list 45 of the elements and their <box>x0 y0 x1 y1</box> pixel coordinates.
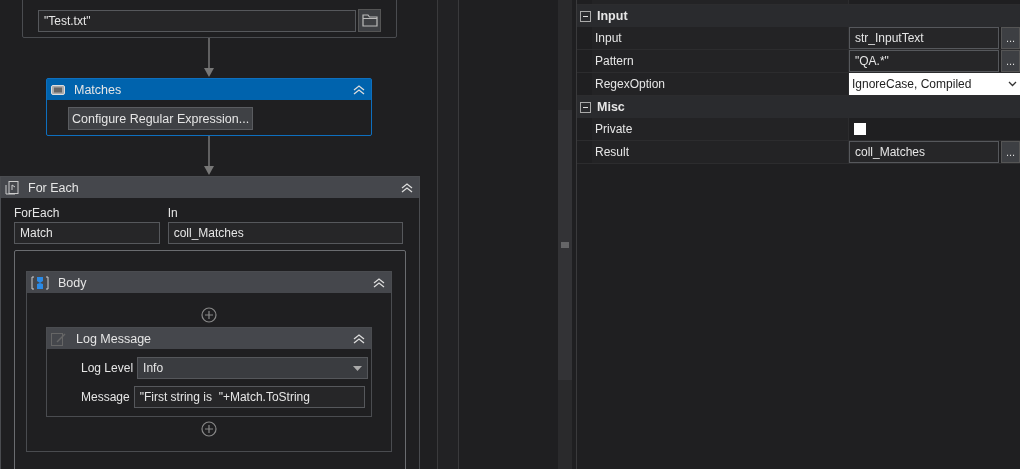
property-name: Private <box>595 122 633 136</box>
activity-title: For Each <box>28 180 79 195</box>
add-icon[interactable] <box>201 421 217 437</box>
field-label: Message <box>81 390 130 404</box>
log-level-dropdown[interactable]: Info <box>137 357 369 379</box>
property-name: Input <box>595 31 622 45</box>
item-field[interactable]: Match <box>14 222 160 244</box>
activity-title: Log Message <box>76 331 152 346</box>
note-icon <box>50 330 68 347</box>
collection-field[interactable]: coll_Matches <box>167 222 403 244</box>
edit-button[interactable]: ... <box>1001 50 1020 72</box>
message-field[interactable]: "First string is "+Match.ToString <box>133 386 365 408</box>
browse-button[interactable] <box>358 9 381 32</box>
property-name: Pattern <box>595 54 634 68</box>
activity-title: Matches <box>74 82 122 97</box>
property-name: Result <box>595 145 629 159</box>
property-name: RegexOption <box>595 77 666 91</box>
sequence-icon <box>30 274 50 291</box>
property-field[interactable]: coll_Matches <box>849 141 999 163</box>
scrollbar[interactable] <box>558 0 572 469</box>
connector-arrow <box>203 136 215 176</box>
collapse-icon[interactable] <box>580 10 591 22</box>
category-title: Misc <box>597 100 625 114</box>
collapse-icon[interactable] <box>580 101 591 113</box>
property-field[interactable]: str_InputText <box>849 27 999 49</box>
field-label: ForEach <box>14 206 61 220</box>
property-dropdown[interactable]: IgnoreCase, Compiled <box>849 73 1020 95</box>
checkbox[interactable] <box>854 123 866 135</box>
property-field[interactable]: "QA.*" <box>849 50 999 72</box>
chevron-down-icon <box>1008 81 1017 87</box>
add-icon[interactable] <box>201 307 217 323</box>
category-title: Input <box>597 9 628 23</box>
activity-title: Body <box>58 275 87 290</box>
field-label: In <box>167 206 179 220</box>
loop-icon <box>4 179 20 196</box>
edit-button[interactable]: ... <box>1001 27 1020 49</box>
field-label: Log Level <box>81 361 134 375</box>
filename-field[interactable]: "Test.txt" <box>38 10 356 32</box>
connector-arrow <box>203 38 215 78</box>
edit-button[interactable]: ... <box>1001 141 1020 163</box>
configure-button[interactable]: Configure Regular Expression... <box>68 107 254 130</box>
folder-icon <box>361 14 378 27</box>
grip-icon <box>561 242 569 248</box>
activity-card[interactable]: Matches Configure Regular Expression... <box>46 78 372 136</box>
dropdown-icon <box>353 365 363 371</box>
